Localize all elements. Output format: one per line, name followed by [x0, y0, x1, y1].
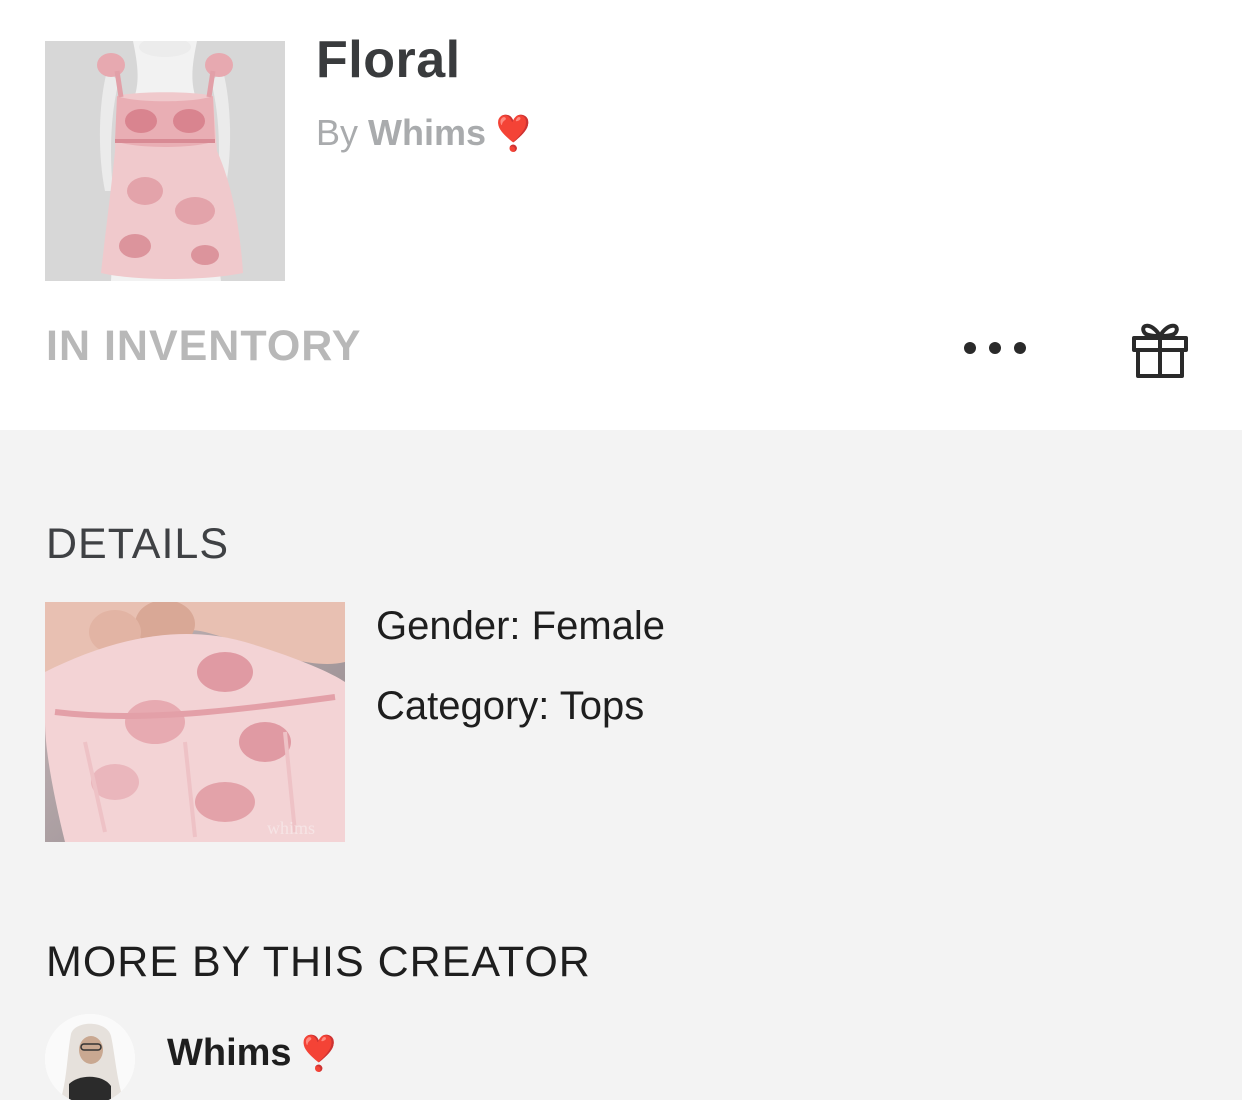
heart-exclamation-emoji: ❣️ — [492, 115, 535, 153]
more-options-button[interactable] — [950, 320, 1040, 376]
gender-detail: Gender: Female — [376, 604, 666, 648]
ellipsis-icon — [964, 342, 976, 354]
creator-name-text: Whims — [167, 1032, 292, 1074]
creator-name[interactable]: Whims ❣️ — [167, 1032, 340, 1075]
dress-mannequin-image — [45, 41, 285, 281]
gift-icon — [1132, 323, 1188, 378]
creator-card[interactable]: Whims ❣️ — [45, 1014, 645, 1100]
watermark-text: whims — [267, 818, 315, 838]
details-heading: DETAILS — [46, 520, 230, 568]
category-detail: Category: Tops — [376, 684, 645, 728]
ellipsis-icon-dot — [989, 342, 1001, 354]
creator-link[interactable]: Whims — [368, 112, 486, 153]
item-details-page: Floral By Whims ❣️ IN INVENTORY DETAILS … — [0, 0, 1242, 1100]
ownership-status: IN INVENTORY — [46, 322, 362, 370]
creator-avatar[interactable] — [45, 1014, 135, 1100]
by-prefix: By — [316, 112, 359, 153]
item-thumbnail[interactable] — [45, 41, 285, 281]
gift-button[interactable] — [1128, 316, 1192, 382]
ellipsis-icon-dot — [1014, 342, 1026, 354]
heart-exclamation-emoji: ❣️ — [297, 1035, 340, 1073]
item-title: Floral — [316, 31, 461, 89]
avatar-image — [45, 1014, 135, 1100]
creator-byline: By Whims ❣️ — [316, 112, 534, 154]
detail-image[interactable]: whims — [45, 602, 345, 842]
dress-closeup-image: whims — [45, 602, 345, 842]
more-by-creator-heading: MORE BY THIS CREATOR — [46, 938, 591, 986]
item-header: Floral By Whims ❣️ IN INVENTORY — [0, 0, 1242, 430]
